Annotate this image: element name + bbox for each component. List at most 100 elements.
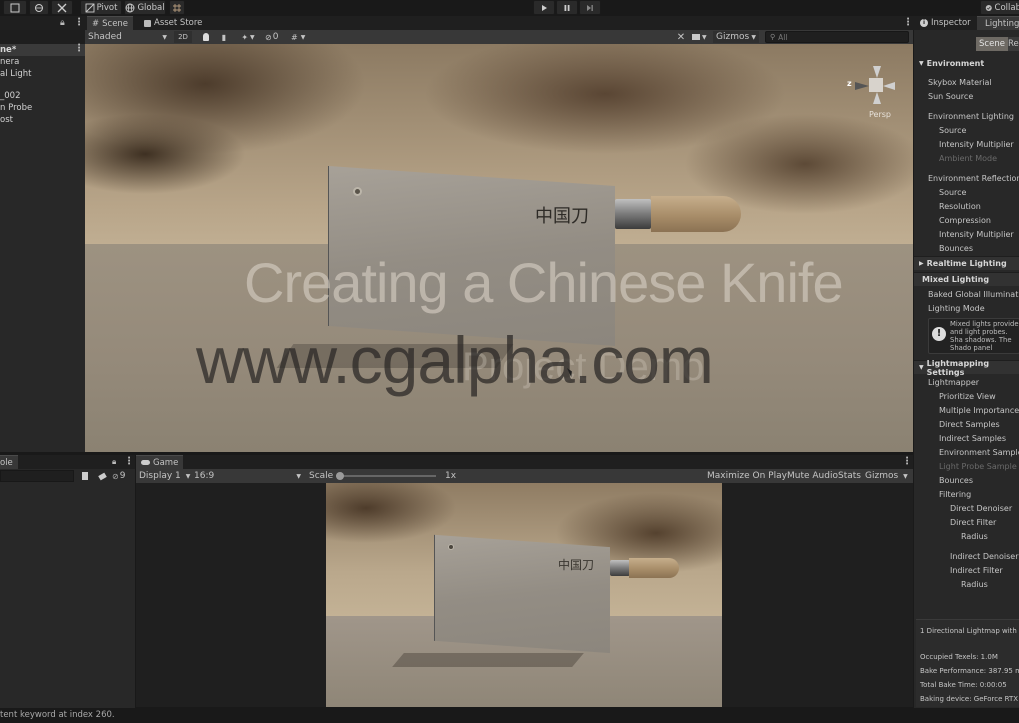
subtab-realtime[interactable]: Re	[1008, 37, 1019, 51]
scene-visibility-toggle[interactable]: ⊘ 0	[265, 31, 285, 43]
display-label: Display 1	[139, 471, 181, 481]
step-button[interactable]	[579, 0, 601, 15]
collab-button[interactable]: Collab	[980, 0, 1019, 15]
lightmapping-row[interactable]: Environment Samples	[939, 448, 1019, 457]
hierarchy-search[interactable]	[0, 30, 85, 44]
environment-row[interactable]: Bounces	[939, 244, 973, 253]
custom-tool-button[interactable]	[51, 0, 73, 15]
environment-row[interactable]: Source	[939, 126, 966, 135]
environment-row[interactable]: Resolution	[939, 202, 981, 211]
lightmapping-row[interactable]: Indirect Samples	[939, 434, 1006, 443]
lightmapping-row[interactable]: Direct Samples	[939, 420, 1000, 429]
mixed-row[interactable]: Baked Global Illumination	[928, 290, 1019, 299]
gizmo-x-cone[interactable]	[883, 82, 895, 90]
gizmo-y-cone[interactable]	[873, 66, 881, 78]
aspect-dropdown[interactable]: 16:9 ▼	[194, 470, 304, 482]
console-clear-toggle[interactable]	[95, 469, 109, 483]
lightmapping-row[interactable]: Lightmapper	[928, 378, 979, 387]
scene-menu-icon[interactable]: ⋮	[74, 43, 84, 54]
baking-device: Baking device: GeForce RTX 2	[920, 695, 1019, 703]
lock-icon[interactable]: 🔒︎	[60, 18, 65, 28]
scale-slider[interactable]	[336, 472, 436, 480]
scene-search-input[interactable]: ⚲ All	[765, 31, 909, 43]
lock-icon[interactable]: 🔒︎	[112, 457, 116, 467]
mixed-row[interactable]: Lighting Mode	[928, 304, 985, 313]
console-menu-icon[interactable]: ⋮	[124, 456, 134, 467]
hierarchy-item[interactable]: _002	[0, 91, 20, 101]
tab-scene[interactable]: # Scene	[87, 16, 134, 30]
tab-game[interactable]: Game	[136, 455, 184, 469]
game-viewport[interactable]: 中国刀	[326, 483, 722, 707]
rect-tool-button[interactable]	[3, 0, 27, 15]
hierarchy-item[interactable]: n Probe	[0, 103, 32, 113]
tab-scene-label: Scene	[102, 18, 129, 29]
gizmo-neg-y-cone[interactable]	[873, 92, 881, 104]
hierarchy-item[interactable]: ost	[0, 115, 13, 125]
scene-header-row[interactable]: ne* ⋮	[0, 43, 85, 56]
global-toggle[interactable]: Global	[124, 0, 166, 15]
hierarchy-menu-icon[interactable]: ⋮	[74, 17, 84, 28]
display-dropdown[interactable]: Display 1 ▼	[139, 470, 193, 482]
lightmapping-row[interactable]: Indirect Filter	[950, 566, 1003, 575]
game-gizmos-dropdown[interactable]: Gizmos ▼	[865, 470, 912, 482]
pivot-toggle[interactable]: Pivot	[80, 0, 122, 15]
lightmapping-row[interactable]: Direct Denoiser	[950, 504, 1012, 513]
lightmapping-row[interactable]: Multiple Importance S	[939, 406, 1019, 415]
tab-lighting[interactable]: Lighting	[977, 16, 1019, 30]
stats-toggle[interactable]: Stats	[838, 470, 861, 482]
lightmapping-row[interactable]: Radius	[961, 580, 988, 589]
lighting-toggle[interactable]	[199, 31, 213, 43]
pause-button[interactable]	[556, 0, 578, 15]
audio-toggle[interactable]: ▮	[217, 31, 231, 43]
environment-row[interactable]: Source	[939, 188, 966, 197]
gizmo-center-cube[interactable]	[869, 78, 883, 92]
camera-dropdown[interactable]: ▼	[692, 31, 712, 43]
lightmapping-row[interactable]: Prioritize View	[939, 392, 996, 401]
hierarchy-item[interactable]: nera	[0, 57, 19, 67]
environment-row[interactable]: Environment Lighting	[928, 112, 1014, 121]
section-mixed-lighting[interactable]: Mixed Lighting	[914, 272, 1019, 286]
scene-orientation-gizmo[interactable]: z Persp	[845, 66, 905, 126]
gizmos-dropdown[interactable]: Gizmos ▼	[713, 31, 759, 43]
lightmapping-row[interactable]: Bounces	[939, 476, 973, 485]
play-button[interactable]	[533, 0, 555, 15]
shading-mode-dropdown[interactable]: Shaded ▼	[88, 31, 170, 43]
section-realtime-title: Realtime Lighting	[926, 259, 1007, 268]
scene-panel-menu-icon[interactable]: ⋮	[903, 17, 913, 28]
environment-row[interactable]: Intensity Multiplier	[939, 230, 1014, 239]
tab-inspector[interactable]: i Inspector	[915, 16, 976, 30]
projection-label[interactable]: Persp	[869, 110, 891, 119]
lightmapping-row[interactable]: Filtering	[939, 490, 971, 499]
tools-overlay-button[interactable]: ✕	[674, 31, 688, 43]
status-message[interactable]: tent keyword at index 260.	[0, 710, 115, 720]
environment-row[interactable]: Intensity Multiplier	[939, 140, 1014, 149]
environment-row[interactable]: Compression	[939, 216, 991, 225]
lightmapping-row[interactable]: Direct Filter	[950, 518, 996, 527]
environment-row[interactable]: Skybox Material	[928, 78, 992, 87]
lightmapping-row[interactable]: Indirect Denoiser	[950, 552, 1019, 561]
tab-console[interactable]: ole	[0, 455, 18, 469]
mute-audio-toggle[interactable]: Mute Audio	[787, 470, 838, 482]
game-menu-icon[interactable]: ⋮	[902, 456, 912, 467]
scale-slider-thumb[interactable]	[336, 472, 344, 480]
maximize-on-play-toggle[interactable]: Maximize On Play	[707, 470, 787, 482]
section-realtime-lighting[interactable]: ▶ Realtime Lighting	[914, 256, 1019, 270]
environment-row[interactable]: Environment Reflections	[928, 174, 1019, 183]
console-warnings-toggle[interactable]: ⊘ 9	[112, 469, 134, 483]
subtab-scene[interactable]: Scene	[976, 37, 1008, 51]
transform-tool-button[interactable]	[29, 0, 49, 15]
tab-asset-store[interactable]: Asset Store	[139, 16, 207, 30]
hierarchy-item[interactable]: al Light	[0, 69, 32, 79]
gizmo-z-cone[interactable]	[855, 82, 869, 90]
effects-dropdown[interactable]: ✦ ▼	[235, 31, 261, 43]
grid-dropdown[interactable]: # ▼	[291, 31, 317, 43]
tab-game-label: Game	[153, 457, 179, 468]
environment-row[interactable]: Sun Source	[928, 92, 973, 101]
lightmapping-row[interactable]: Radius	[961, 532, 988, 541]
grid-snap-button[interactable]	[169, 0, 185, 15]
2d-toggle[interactable]: 2D	[174, 31, 192, 43]
console-log-toggle[interactable]	[77, 469, 93, 483]
section-environment[interactable]: ▼ Environment	[914, 56, 1019, 70]
console-search-input[interactable]	[0, 470, 74, 482]
section-lightmapping-settings[interactable]: ▼ Lightmapping Settings	[914, 359, 1019, 377]
